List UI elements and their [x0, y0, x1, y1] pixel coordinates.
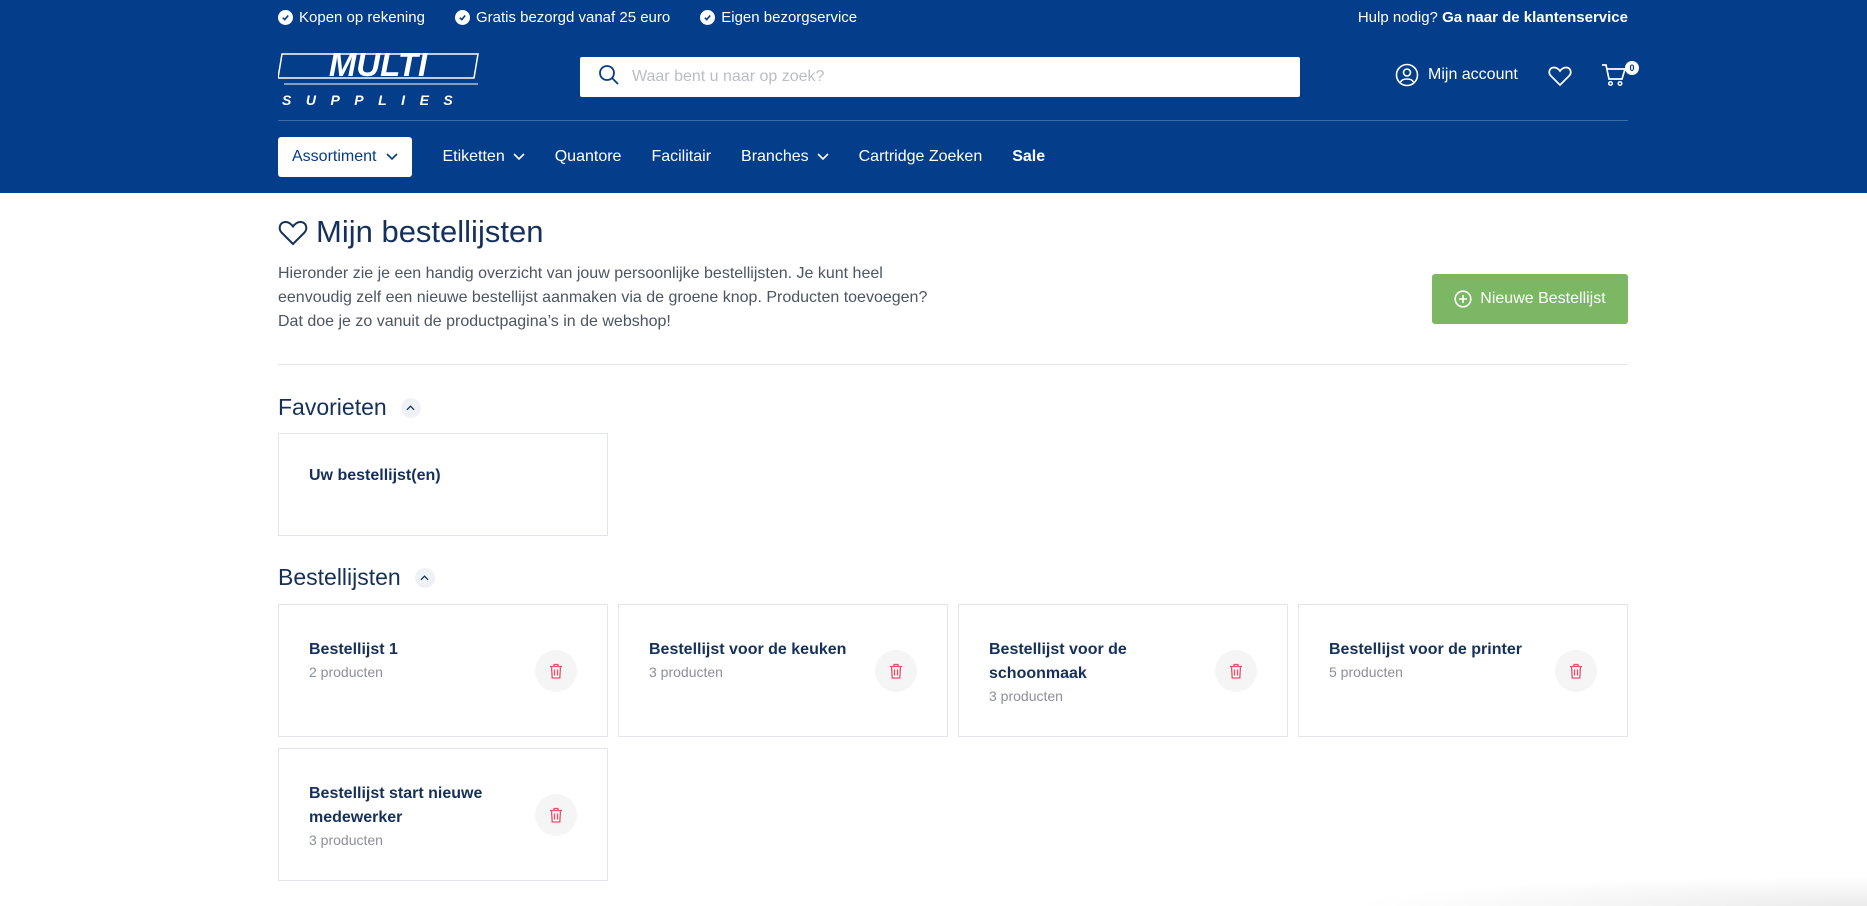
- order-list-count: 2 producten: [309, 664, 383, 680]
- plus-circle-icon: [1454, 290, 1472, 308]
- chevron-down-icon: [817, 153, 829, 161]
- nav-item-sale[interactable]: Sale: [1012, 148, 1045, 166]
- help-text: Hulp nodig?: [1357, 8, 1438, 26]
- usp-item: Kopen op rekening: [278, 9, 425, 26]
- usp-label: Eigen bezorgservice: [721, 8, 858, 26]
- nav-item-etiketten[interactable]: Etiketten: [442, 148, 525, 166]
- nav-assortiment-label: Assortiment: [292, 148, 377, 165]
- trash-icon: [1230, 663, 1242, 679]
- favorites-heading: Favorieten: [278, 394, 421, 421]
- site-header: Kopen op rekening Gratis bezorgd vanaf 2…: [0, 0, 1867, 193]
- intro-text: Hieronder zie je een handig overzicht va…: [278, 265, 928, 330]
- favorites-card[interactable]: Uw bestellijst(en): [278, 433, 608, 536]
- nav-item-label: Branches: [741, 148, 809, 165]
- nav-item-label: Cartridge Zoeken: [858, 148, 983, 165]
- usp-label: Kopen op rekening: [299, 8, 425, 26]
- check-icon: [700, 9, 716, 25]
- order-lists-heading: Bestellijsten: [278, 564, 435, 591]
- user-icon: [1395, 63, 1419, 87]
- trash-icon: [890, 663, 902, 679]
- collapse-favorites-button[interactable]: [400, 397, 421, 418]
- new-order-list-label: Nieuwe Bestellijst: [1480, 290, 1606, 307]
- search-input[interactable]: Waar bent u naar op zoek?: [580, 57, 1300, 97]
- header-main-row: MULTI SUPPLIES Waar bent u naar op zoek?…: [277, 45, 1639, 111]
- nav-item-branches[interactable]: Branches: [741, 148, 829, 166]
- main-nav: Assortiment Etiketten Quantore Facilitai…: [278, 137, 1628, 177]
- cart-count-badge: 0: [1625, 61, 1639, 75]
- chevron-down-icon: [386, 153, 399, 161]
- order-list-count: 3 producten: [309, 832, 383, 848]
- favorites-card-label: Uw bestellijst(en): [309, 467, 441, 484]
- order-list-name: Bestellijst voor de schoonmaak: [989, 641, 1127, 682]
- order-list-card[interactable]: Bestellijst voor de keuken 3 producten: [618, 604, 948, 737]
- multi-supplies-logo[interactable]: MULTI SUPPLIES: [277, 46, 482, 108]
- chevron-up-icon: [420, 574, 429, 580]
- trash-icon: [550, 807, 562, 823]
- logo-multi-text: MULTI: [329, 48, 428, 83]
- order-lists-title: Bestellijsten: [278, 564, 401, 590]
- usp-item: Gratis bezorgd vanaf 25 euro: [454, 8, 671, 26]
- delete-list-button[interactable]: [1555, 650, 1597, 692]
- cart-icon[interactable]: 0: [1601, 61, 1639, 92]
- nav-item-cartridge-zoeken[interactable]: Cartridge Zoeken: [859, 148, 983, 166]
- order-list-name: Bestellijst voor de keuken: [649, 641, 847, 658]
- wishlist-heart-icon[interactable]: [1548, 65, 1572, 92]
- floating-shadow: [1347, 876, 1867, 906]
- account-link[interactable]: Mijn account: [1395, 63, 1518, 87]
- nav-item-label: Facilitair: [651, 148, 712, 165]
- customer-service-link[interactable]: Ga naar de klantenservice: [1442, 9, 1628, 26]
- header-divider: [278, 120, 1628, 121]
- trash-icon: [550, 663, 562, 679]
- order-list-name: Bestellijst start nieuwe medewerker: [309, 785, 483, 826]
- nav-item-quantore[interactable]: Quantore: [555, 148, 622, 166]
- page-title-text: Mijn bestellijsten: [316, 214, 544, 249]
- section-divider: [278, 364, 1628, 365]
- nav-assortiment-button[interactable]: Assortiment: [278, 137, 413, 177]
- heart-icon: [278, 220, 308, 245]
- page-title: Mijn bestellijsten: [278, 214, 543, 250]
- delete-list-button[interactable]: [875, 650, 917, 692]
- nav-item-facilitair[interactable]: Facilitair: [651, 148, 711, 166]
- logo-supplies-text: SUPPLIES: [282, 92, 467, 108]
- nav-item-label: Etiketten: [442, 148, 505, 165]
- usp-label: Gratis bezorgd vanaf 25 euro: [475, 8, 671, 26]
- order-list-card[interactable]: Bestellijst 1 2 producten: [278, 604, 608, 737]
- collapse-order-lists-button[interactable]: [414, 567, 435, 588]
- new-order-list-button[interactable]: Nieuwe Bestellijst: [1432, 274, 1628, 324]
- chevron-down-icon: [513, 153, 525, 161]
- order-list-card[interactable]: Bestellijst start nieuwe medewerker 3 pr…: [278, 748, 608, 881]
- favorites-title: Favorieten: [278, 394, 387, 420]
- nav-item-label: Sale: [1012, 148, 1046, 165]
- order-list-name: Bestellijst 1: [309, 641, 398, 658]
- check-icon: [278, 9, 293, 25]
- order-list-card[interactable]: Bestellijst voor de printer 5 producten: [1298, 604, 1628, 737]
- order-list-count: 5 producten: [1329, 664, 1403, 680]
- search-icon[interactable]: [598, 64, 620, 91]
- order-list-count: 3 producten: [989, 688, 1063, 704]
- chevron-up-icon: [406, 404, 415, 410]
- help-link[interactable]: Hulp nodig? Ga naar de klantenservice: [1358, 9, 1628, 26]
- order-list-card[interactable]: Bestellijst voor de schoonmaak 3 product…: [958, 604, 1288, 737]
- delete-list-button[interactable]: [535, 794, 577, 836]
- usp-item: Eigen bezorgservice: [700, 9, 857, 26]
- account-label: Mijn account: [1428, 66, 1518, 83]
- check-icon: [454, 9, 470, 25]
- search-placeholder: Waar bent u naar op zoek?: [632, 68, 825, 85]
- order-list-name: Bestellijst voor de printer: [1329, 641, 1522, 658]
- delete-list-button[interactable]: [535, 650, 577, 692]
- delete-list-button[interactable]: [1215, 650, 1257, 692]
- order-list-count: 3 producten: [649, 664, 723, 680]
- nav-item-label: Quantore: [554, 148, 622, 165]
- trash-icon: [1570, 663, 1582, 679]
- usp-bar: Kopen op rekening Gratis bezorgd vanaf 2…: [278, 0, 1628, 34]
